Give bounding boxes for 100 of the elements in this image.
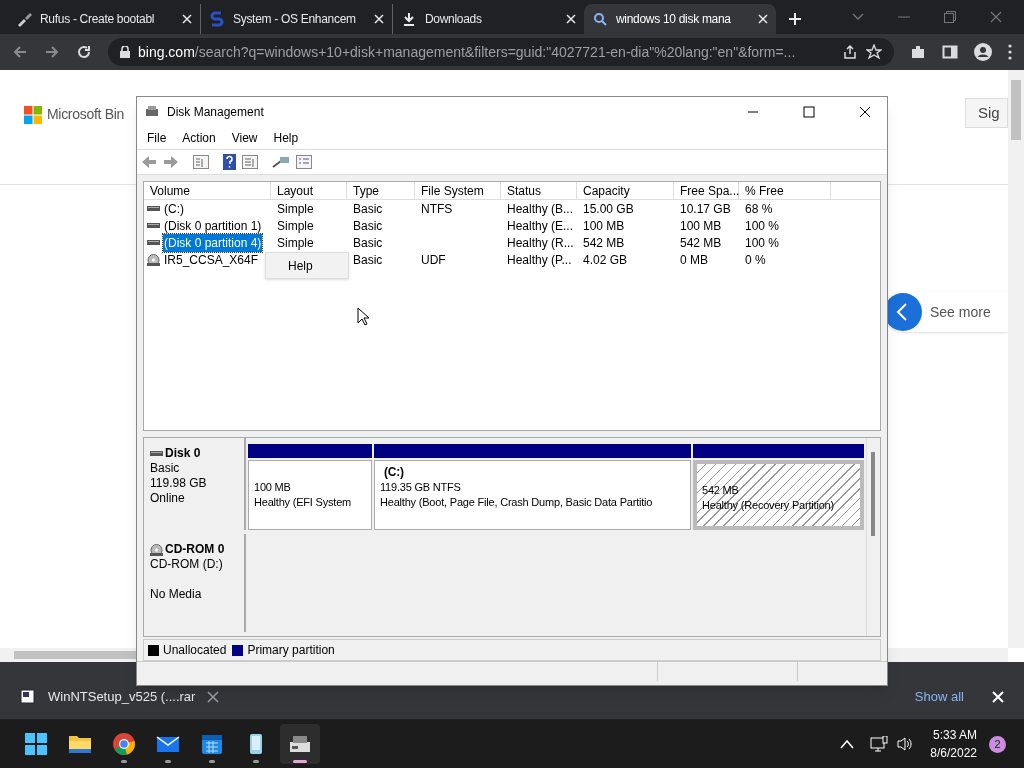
calendar-icon	[200, 732, 224, 756]
address-bar[interactable]: bing.com/search?q=windows+10+disk+management&filters=guid:"4027721-en-dia"%20lang:"en"&form=...	[108, 38, 894, 66]
table-cell-text: Healthy (E...	[507, 217, 574, 235]
legend-label: Primary partition	[247, 642, 335, 659]
menu-item[interactable]: View	[223, 129, 266, 147]
table-cell-text: 542 MB	[583, 234, 625, 252]
site-icon	[209, 11, 225, 27]
download-item[interactable]: WinNTSetup_v525 (....rar	[48, 686, 196, 707]
table-cell-text: Simple	[277, 200, 314, 218]
column-header[interactable]: % Free	[739, 182, 831, 199]
column-header[interactable]: Capacity	[577, 182, 674, 199]
table-cell-text: 4.02 GB	[583, 251, 628, 269]
table-cell-text: Healthy (R...	[507, 234, 574, 252]
menu-item[interactable]: Help	[288, 256, 348, 275]
back-icon[interactable]	[12, 44, 28, 60]
connect-icon[interactable]	[272, 155, 290, 169]
back-icon[interactable]	[141, 155, 157, 169]
table-cell-text: Basic	[353, 200, 383, 218]
partition-block[interactable]: 100 MB Healthy (EFI System	[248, 460, 372, 530]
legend-label: Unallocated	[163, 642, 227, 659]
properties-icon[interactable]	[296, 155, 312, 169]
partition-block[interactable]: 542 MB Healthy (Recovery Partition)	[693, 460, 864, 530]
column-header[interactable]: Status	[501, 182, 577, 199]
disk-name: CD-ROM 0	[165, 542, 225, 557]
show-all-button[interactable]: Show all	[914, 686, 964, 707]
vertical-scrollbar[interactable]	[866, 438, 880, 636]
start-icon	[24, 732, 48, 756]
menu-item[interactable]: Action	[174, 129, 224, 147]
disk-info: Basic	[150, 461, 181, 476]
console-tree-icon[interactable]	[193, 155, 209, 169]
download-icon	[401, 11, 417, 27]
share-icon[interactable]	[842, 44, 858, 60]
menu-item[interactable]: Help	[265, 129, 307, 147]
logo-text: Microsoft Bin	[47, 105, 124, 124]
profile-icon[interactable]	[974, 43, 992, 61]
table-cell-text: 100 MB	[680, 217, 722, 235]
vertical-scrollbar[interactable]	[1008, 70, 1024, 648]
disk-info: Online	[150, 491, 186, 506]
window-title: Disk Management	[167, 104, 265, 121]
table-cell-text: 100 %	[745, 234, 780, 252]
file-icon	[20, 688, 36, 705]
help-icon[interactable]	[223, 154, 236, 170]
disk-info: 119.98 GB	[150, 476, 208, 491]
table-cell-text: 68 %	[745, 200, 773, 218]
column-header[interactable]: Layout	[271, 182, 347, 199]
maximize-icon[interactable]	[803, 106, 815, 118]
table-cell-text: 0 MB	[680, 251, 708, 269]
menu-item[interactable]: File	[139, 129, 175, 147]
sidebar-icon[interactable]	[942, 44, 958, 60]
dropdown-icon[interactable]	[852, 13, 864, 21]
drive-entry[interactable]: IR5_CCSA_X64F	[163, 250, 260, 269]
extensions-icon[interactable]	[910, 44, 926, 60]
forward-icon[interactable]	[44, 44, 60, 60]
drive-entry[interactable]: (Disk 0 partition 4)	[163, 233, 263, 252]
disk-info: No Media	[150, 587, 203, 602]
disk-name: Disk 0	[165, 446, 201, 461]
clock-date[interactable]: 8/6/2022	[930, 744, 977, 762]
sign-in-button[interactable]: Sig	[965, 98, 1008, 128]
table-cell-text: 10.17 GB	[680, 200, 731, 218]
column-header[interactable]: Volume	[144, 182, 271, 199]
mouse-pointer-icon	[357, 307, 369, 326]
column-header[interactable]: File System	[415, 182, 501, 199]
table-cell-text: Simple	[277, 234, 314, 252]
brush-icon	[16, 11, 32, 27]
column-header[interactable]: Type	[347, 182, 415, 199]
new-tab-icon[interactable]	[788, 12, 802, 26]
table-cell-text: UDF	[421, 251, 446, 269]
column-header[interactable]: Free Spa...	[674, 182, 739, 199]
cd-drive-icon	[150, 543, 163, 556]
drive-entry[interactable]: (C:)	[163, 199, 185, 218]
volume-icon[interactable]	[896, 736, 915, 752]
browser-tab[interactable]: windows 10 disk mana	[584, 4, 776, 34]
taskbar-button[interactable]	[280, 724, 320, 764]
table-cell-text: Basic	[353, 217, 383, 235]
menu-icon[interactable]	[1008, 44, 1012, 60]
table-cell-text: Basic	[353, 234, 383, 252]
table-cell-text: NTFS	[421, 200, 453, 218]
forward-icon[interactable]	[163, 155, 179, 169]
close-icon[interactable]	[859, 106, 871, 118]
table-cell-text: Basic	[353, 251, 383, 269]
star-icon[interactable]	[866, 44, 882, 60]
restore-icon[interactable]	[944, 11, 956, 23]
action-pane-icon[interactable]	[242, 155, 258, 169]
logo-icon	[24, 105, 42, 124]
browser-tab[interactable]: Rufus - Create bootabl	[8, 4, 200, 34]
search-icon	[592, 11, 608, 27]
partition-block[interactable]: (C:) 119.35 GB NTFS Healthy (Boot, Page File, Crash Dump, Basic Data Partitio	[374, 460, 691, 530]
app-icon	[145, 105, 159, 119]
chrome-icon	[112, 732, 136, 756]
table-cell-text: 542 MB	[680, 234, 722, 252]
table-cell-text: Simple	[277, 217, 314, 235]
network-icon[interactable]	[870, 736, 889, 752]
table-cell-text: Healthy (B...	[507, 200, 574, 218]
clock-time[interactable]: 5:33 AM	[932, 726, 977, 744]
table-cell-text: 100 %	[745, 217, 780, 235]
table-cell-text: Healthy (P...	[507, 251, 572, 269]
drive-entry[interactable]: (Disk 0 partition 1)	[163, 216, 263, 235]
chevron-up-icon[interactable]	[840, 739, 855, 749]
reload-icon[interactable]	[76, 44, 92, 60]
notification-badge[interactable]: 2	[989, 735, 1006, 753]
